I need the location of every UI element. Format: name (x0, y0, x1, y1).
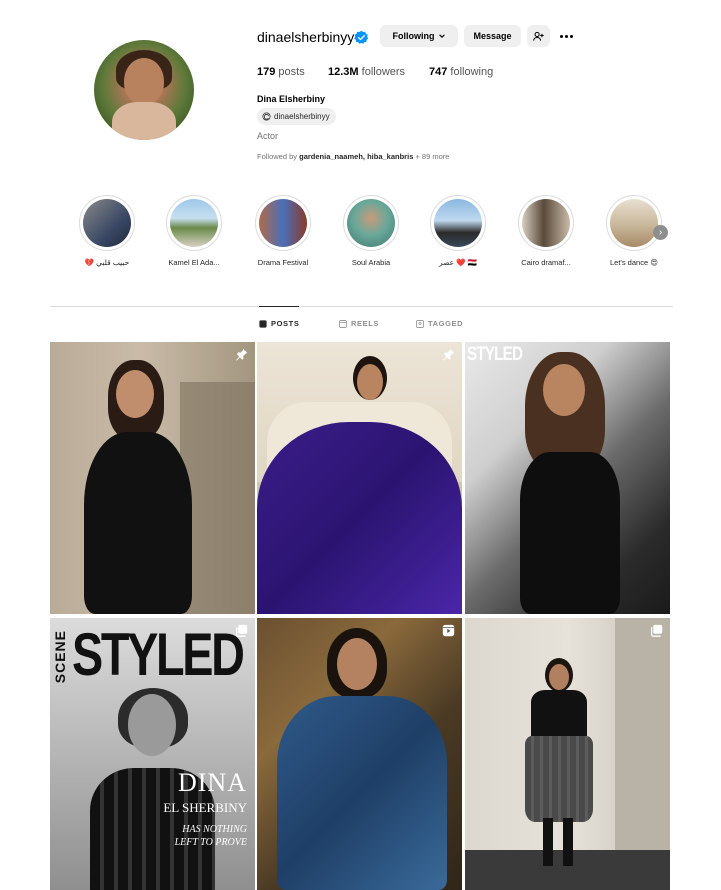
cover-tagline-1: HAS NOTHING (182, 824, 247, 835)
followers-label: followers (361, 66, 406, 78)
highlight-item[interactable]: Soul Arabia (336, 195, 406, 267)
tabs-divider (50, 306, 673, 307)
post-skirt (525, 736, 593, 822)
post-tile[interactable] (257, 342, 462, 614)
tab-tagged[interactable]: TAGGED (416, 319, 463, 328)
message-button-label: Message (473, 31, 512, 41)
profile-username: dinaelsherbinyy (257, 29, 355, 45)
active-tab-indicator (259, 306, 299, 307)
post-outfit (520, 452, 620, 614)
pin-icon (236, 348, 248, 361)
post-top (531, 690, 587, 738)
highlight-item[interactable]: عصر ❤️ 🇪🇬 (423, 195, 493, 267)
cover-name-text: DINA (178, 768, 247, 797)
followers-stat[interactable]: 12.3M followers (328, 66, 405, 78)
posts-label: posts (278, 66, 305, 78)
grid-icon (259, 319, 267, 328)
post-tile[interactable] (257, 618, 462, 890)
threads-icon (262, 112, 271, 121)
tab-posts-label: POSTS (271, 319, 300, 328)
highlight-cover (434, 199, 482, 247)
following-stat[interactable]: 747 following (429, 66, 493, 78)
avatar-face (124, 58, 164, 104)
post-dress (84, 432, 192, 614)
highlight-label: Let's dance 😍 (609, 258, 659, 267)
post-boot-right (563, 818, 573, 866)
highlight-item[interactable]: Cairo dramaf... (511, 195, 581, 267)
post-face (543, 364, 585, 416)
threads-handle: dinaelsherbinyy (274, 112, 330, 121)
profile-category: Actor (257, 131, 279, 141)
followed-by-user1: gardenia_naameh (299, 152, 363, 161)
post-gown (257, 422, 462, 614)
reels-icon (339, 319, 347, 328)
tab-tagged-label: TAGGED (428, 319, 464, 328)
highlight-cover (610, 199, 658, 247)
profile-full-name: Dina Elsherbiny (257, 94, 326, 104)
chevron-right-icon[interactable]: › (653, 225, 668, 240)
add-user-icon (533, 31, 544, 41)
avatar-body (112, 102, 176, 140)
posts-count: 179 (257, 66, 276, 78)
pin-icon (443, 348, 455, 361)
following-button[interactable]: Following (380, 25, 458, 47)
message-button[interactable]: Message (464, 25, 521, 47)
post-face (549, 664, 569, 690)
threads-link[interactable]: dinaelsherbinyy (257, 108, 336, 125)
cover-title-text: STYLED (72, 621, 245, 688)
highlight-cover (170, 199, 218, 247)
highlight-label: 💔 حبيب قلبي (84, 258, 130, 267)
tab-posts[interactable]: POSTS (259, 319, 299, 328)
highlight-label: عصر ❤️ 🇪🇬 (439, 258, 477, 267)
followed-by[interactable]: Followed by gardenia_naameh, hiba_kanbri… (257, 152, 449, 161)
highlight-item[interactable]: Drama Festival (248, 195, 318, 267)
followed-by-user2: hiba_kanbris (367, 152, 414, 161)
post-tile[interactable]: STYLED (465, 342, 670, 614)
followed-by-separator: , (362, 152, 365, 161)
styled-overlay-text: STYLED (467, 344, 523, 365)
highlight-label: Soul Arabia (351, 258, 391, 267)
tab-reels[interactable]: REELS (339, 319, 379, 328)
post-face (116, 370, 154, 418)
highlight-cover (347, 199, 395, 247)
tagged-icon (416, 319, 424, 328)
suggested-users-button[interactable] (527, 25, 550, 47)
post-tile[interactable] (465, 618, 670, 890)
followed-by-prefix: Followed by (257, 152, 298, 161)
post-face (337, 638, 377, 690)
post-denim-outfit (277, 696, 447, 890)
post-face (128, 694, 176, 756)
post-face (357, 364, 383, 400)
more-icon[interactable] (557, 27, 575, 45)
followed-by-more: + 89 more (415, 152, 450, 161)
highlight-label: Drama Festival (257, 258, 309, 267)
cover-surname-text: EL SHERBINY (163, 800, 247, 815)
profile-avatar[interactable] (94, 40, 194, 140)
highlight-item[interactable]: Kamel El Ada... (159, 195, 229, 267)
post-tile[interactable] (50, 342, 255, 614)
following-count: 747 (429, 66, 448, 78)
following-button-label: Following (392, 31, 435, 41)
carousel-icon (235, 624, 248, 637)
verified-badge-icon (354, 30, 369, 44)
highlight-item[interactable]: 💔 حبيب قلبي (72, 195, 142, 267)
cover-tagline-2: LEFT TO PROVE (174, 837, 247, 848)
chevron-down-icon (438, 34, 445, 38)
posts-stat: 179 posts (257, 66, 305, 78)
followers-count: 12.3M (328, 66, 359, 78)
highlight-cover (83, 199, 131, 247)
cover-scene-text: SCENE (52, 630, 68, 684)
following-stat-label: following (450, 66, 494, 78)
highlight-label: Kamel El Ada... (168, 258, 220, 267)
highlight-cover (522, 199, 570, 247)
highlight-cover (259, 199, 307, 247)
highlight-label: Cairo dramaf... (521, 258, 571, 267)
post-tile[interactable]: SCENE STYLED DINA EL SHERBINY HAS NOTHIN… (50, 618, 255, 890)
carousel-icon (650, 624, 663, 637)
tab-reels-label: REELS (351, 319, 380, 328)
post-boot-left (543, 818, 553, 866)
reel-icon (442, 624, 455, 637)
